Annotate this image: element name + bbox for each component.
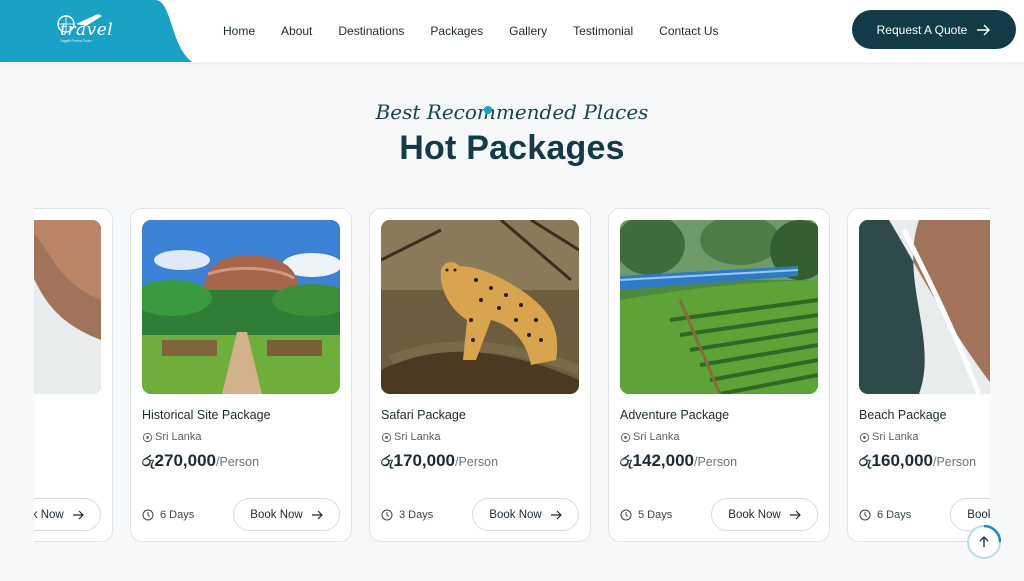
packages-carousel[interactable]: Book Now Historical Site Package	[34, 205, 990, 550]
nav-testimonial[interactable]: Testimonial	[573, 24, 633, 38]
request-quote-button[interactable]: Request A Quote	[852, 10, 1016, 49]
clock-icon	[859, 509, 871, 521]
nav-packages[interactable]: Packages	[430, 24, 483, 38]
price-value: 170,000	[393, 451, 455, 470]
arrow-right-icon	[311, 510, 323, 519]
beach-image	[34, 220, 101, 394]
site-header: travel Jagath Perera Tours Home About De…	[0, 0, 1024, 62]
package-location-text: Sri Lanka	[394, 431, 441, 443]
back-to-top-button[interactable]	[967, 525, 1001, 559]
location-pin-icon	[381, 432, 392, 442]
package-title: Beach Package	[859, 408, 947, 422]
clock-icon	[381, 509, 393, 521]
main-nav: Home About Destinations Packages Gallery…	[223, 0, 745, 62]
package-price: රු 160,000 /Person	[859, 451, 976, 471]
price-unit: /Person	[455, 455, 499, 469]
package-duration-text: 6 Days	[160, 509, 195, 521]
package-image-beach[interactable]	[34, 220, 101, 394]
scroll-progress-ring	[983, 525, 1001, 543]
book-now-button[interactable]: Book Now	[472, 498, 579, 531]
nav-contact[interactable]: Contact Us	[659, 24, 718, 38]
package-price: රු 142,000 /Person	[620, 451, 737, 471]
clock-icon	[142, 509, 154, 521]
sigiriya-image	[142, 220, 340, 394]
clock-icon	[620, 509, 632, 521]
package-location-text: Sri Lanka	[633, 431, 680, 443]
book-now-button[interactable]: Book Now	[34, 498, 101, 531]
package-image-safari[interactable]	[381, 220, 579, 394]
price-value: 142,000	[632, 451, 694, 470]
location-pin-icon	[142, 432, 153, 442]
arrow-right-icon	[550, 510, 562, 519]
currency-symbol: රු	[381, 453, 394, 470]
nav-destinations[interactable]: Destinations	[338, 24, 404, 38]
package-card: Adventure Package Sri Lanka රු 142,000 /…	[608, 208, 830, 542]
nav-about[interactable]: About	[281, 24, 312, 38]
package-price: රු 170,000 /Person	[381, 451, 498, 471]
train-tea-estate-image	[620, 220, 818, 394]
book-now-label: Book Now	[250, 508, 303, 521]
package-price: රු 270,000 /Person	[142, 451, 259, 471]
package-image-beach[interactable]	[859, 220, 990, 394]
nav-gallery[interactable]: Gallery	[509, 24, 547, 38]
package-location: Sri Lanka	[859, 431, 918, 443]
package-location: Sri Lanka	[142, 431, 201, 443]
nav-home[interactable]: Home	[223, 24, 255, 38]
arrow-right-icon	[789, 510, 801, 519]
package-card: Beach Package Sri Lanka රු 160,000 /Pers…	[847, 208, 990, 542]
logo-tagline: Jagath Perera Tours	[60, 39, 92, 43]
location-pin-icon	[859, 432, 870, 442]
package-card: Safari Package Sri Lanka රු 170,000 /Per…	[369, 208, 591, 542]
package-card: Book Now	[34, 208, 113, 542]
leopard-image	[381, 220, 579, 394]
currency-symbol: රු	[142, 453, 155, 470]
price-unit: /Person	[216, 455, 260, 469]
package-location-text: Sri Lanka	[872, 431, 919, 443]
price-value: 270,000	[154, 451, 216, 470]
package-title: Adventure Package	[620, 408, 730, 422]
package-duration: 3 Days	[381, 509, 433, 521]
beach-image	[859, 220, 990, 394]
arrow-right-icon	[72, 510, 84, 519]
package-location-text: Sri Lanka	[155, 431, 202, 443]
book-now-button[interactable]: Book Now	[233, 498, 340, 531]
package-title: Historical Site Package	[142, 408, 271, 422]
currency-symbol: රු	[859, 453, 872, 470]
book-now-label: Book Now	[34, 508, 64, 521]
request-quote-label: Request A Quote	[876, 22, 968, 37]
package-duration-text: 6 Days	[877, 509, 912, 521]
logo-text: travel	[60, 20, 114, 40]
currency-symbol: රු	[620, 453, 633, 470]
book-now-label: Book Now	[489, 508, 542, 521]
price-unit: /Person	[694, 455, 738, 469]
eyebrow-dot	[484, 106, 492, 114]
package-location: Sri Lanka	[381, 431, 440, 443]
package-duration: 5 Days	[620, 509, 672, 521]
package-duration: 6 Days	[142, 509, 194, 521]
package-title: Safari Package	[381, 408, 466, 422]
price-unit: /Person	[933, 455, 977, 469]
package-duration-text: 3 Days	[399, 509, 434, 521]
package-duration-text: 5 Days	[638, 509, 673, 521]
package-card: Historical Site Package Sri Lanka රු 270…	[130, 208, 352, 542]
location-pin-icon	[620, 432, 631, 442]
package-duration: 6 Days	[859, 509, 911, 521]
section-title: Hot Packages	[399, 129, 625, 167]
section-eyebrow: Best Recommended Places	[375, 100, 649, 124]
book-now-button[interactable]: Book Now	[711, 498, 818, 531]
package-image-historical[interactable]	[142, 220, 340, 394]
package-image-adventure[interactable]	[620, 220, 818, 394]
book-now-label: Book Now	[967, 508, 990, 521]
price-value: 160,000	[871, 451, 933, 470]
book-now-label: Book Now	[728, 508, 781, 521]
arrow-right-icon	[977, 24, 991, 35]
package-location: Sri Lanka	[620, 431, 679, 443]
